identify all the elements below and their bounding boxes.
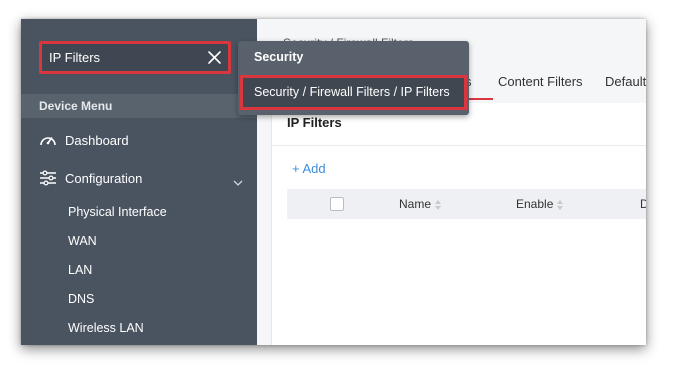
menu-search-bar (21, 19, 257, 94)
sidebar-subitem-lan[interactable]: LAN (68, 258, 92, 282)
clear-search-icon[interactable] (205, 48, 224, 67)
card-title: IP Filters (287, 115, 342, 130)
sidebar-subitem-physical-interface[interactable]: Physical Interface (68, 200, 167, 224)
sidebar-item-configuration[interactable]: Configuration (21, 161, 257, 195)
select-all-checkbox[interactable] (330, 197, 344, 211)
search-results-dropdown: Security Security / Firewall Filters / I… (238, 41, 469, 115)
chevron-down-icon (233, 173, 243, 191)
dashboard-gauge-icon (38, 130, 58, 150)
column-header-name[interactable]: Name (399, 189, 442, 219)
menu-search-input[interactable] (49, 44, 199, 71)
device-menu-header: Device Menu (21, 94, 257, 118)
sidebar-item-label: Dashboard (65, 132, 129, 148)
column-header-d[interactable]: D (640, 189, 646, 219)
column-header-enable[interactable]: Enable (516, 189, 564, 219)
search-result-item[interactable]: Security / Firewall Filters / IP Filters (240, 75, 467, 110)
add-button[interactable]: + Add (292, 161, 326, 176)
sidebar-item-label: Configuration (65, 170, 143, 186)
sidebar-subitem-dns[interactable]: DNS (68, 287, 94, 311)
ip-filters-card: IP Filters + Add Name Enable D (271, 103, 646, 345)
sidebar: Device Menu Dashboard (21, 19, 257, 345)
tab-content-filters[interactable]: Content Filters (498, 64, 583, 100)
active-tab-indicator (465, 98, 493, 100)
screenshot-stage: Device Menu Dashboard (0, 0, 687, 386)
column-header-label: D (640, 197, 646, 211)
column-header-label: Name (399, 197, 432, 211)
sliders-icon (38, 168, 58, 188)
result-group-label: Security (254, 50, 304, 64)
column-header-label: Enable (516, 197, 554, 211)
sidebar-item-dashboard[interactable]: Dashboard (21, 123, 257, 157)
sort-icon (557, 199, 564, 210)
sort-icon (435, 199, 442, 210)
divider (272, 145, 646, 146)
sidebar-subitem-wireless-lan[interactable]: Wireless LAN (68, 316, 144, 340)
menu-search-box (39, 41, 231, 74)
tab-default[interactable]: Default (605, 64, 646, 100)
table-header: Name Enable D (287, 189, 646, 219)
sidebar-subitem-wan[interactable]: WAN (68, 229, 97, 253)
